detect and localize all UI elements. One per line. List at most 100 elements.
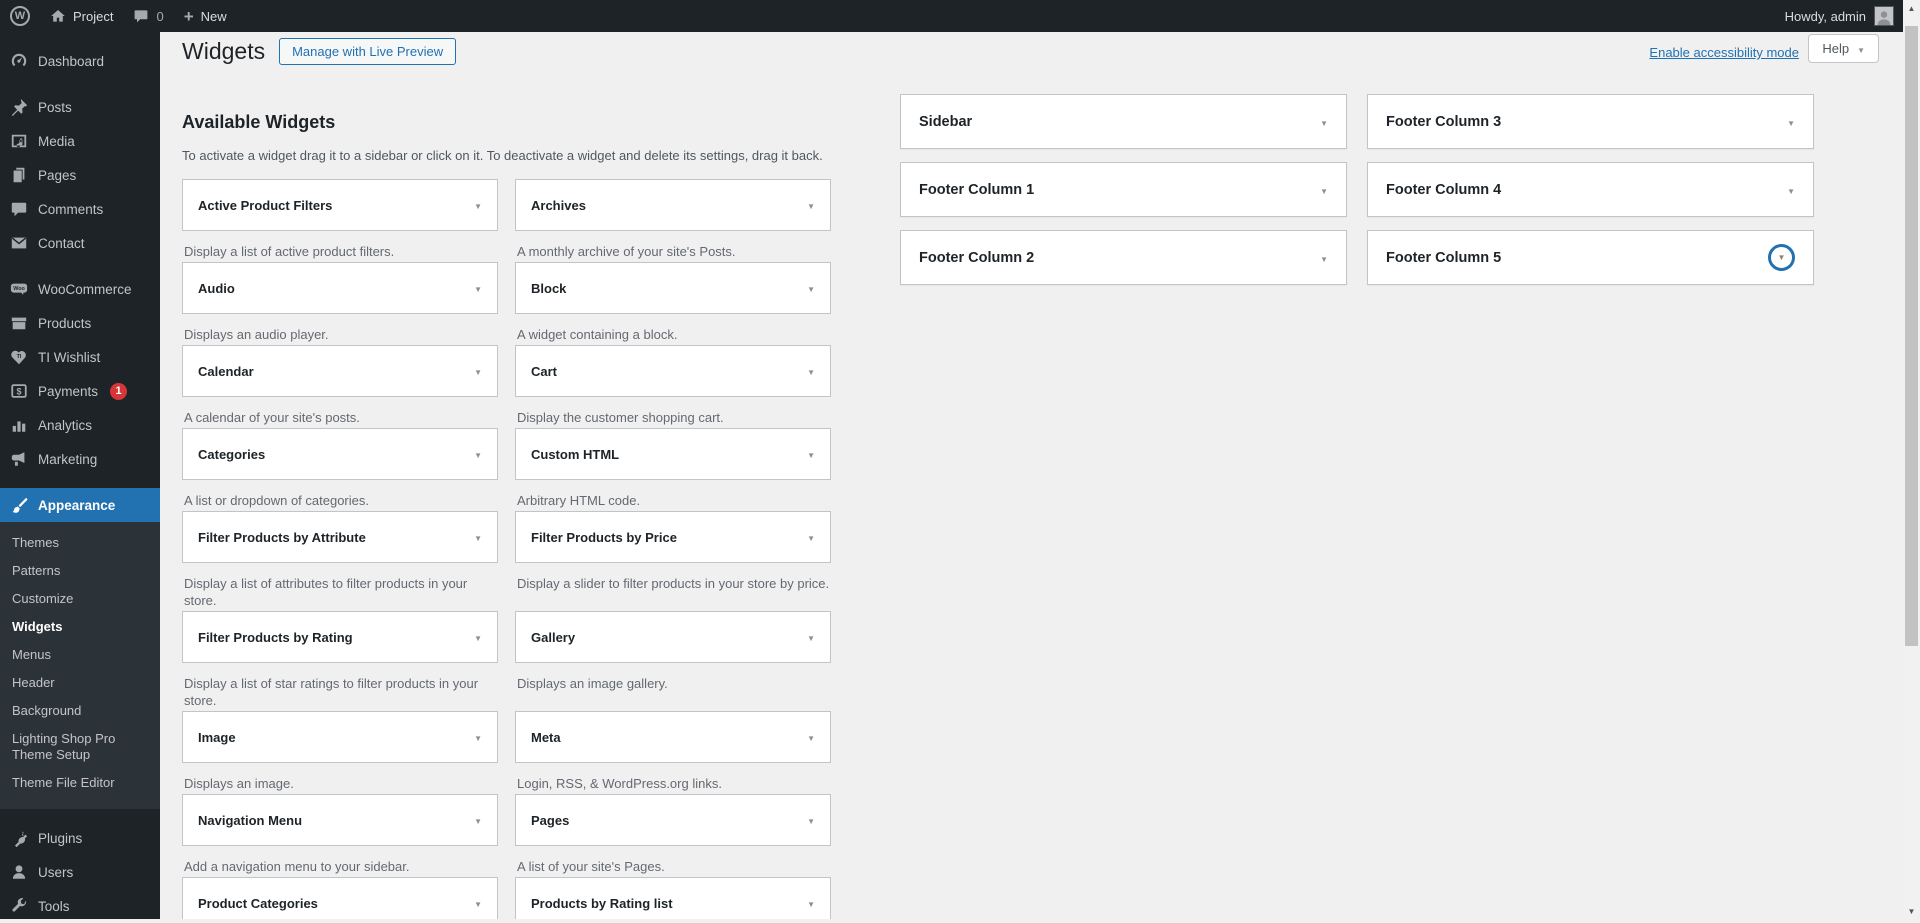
dropdown-caret-icon[interactable] [807,728,815,746]
toggle-caret-icon[interactable] [1320,249,1328,267]
site-name-menu[interactable]: Project [40,0,123,32]
widget-area-footer-column-3[interactable]: Footer Column 3 [1367,94,1814,149]
wordpress-logo-menu[interactable]: W [0,0,40,32]
sidebar-item-comments[interactable]: Comments [0,192,160,226]
widget-card-cart[interactable]: Cart [515,345,831,397]
sidebar-item-pages[interactable]: Pages [0,158,160,192]
dropdown-caret-icon[interactable] [474,528,482,546]
sidebar-item-tools[interactable]: Tools [0,889,160,923]
sidebar-item-appearance[interactable]: Appearance [0,488,160,522]
widget-card-product-categories[interactable]: Product Categories [182,877,498,919]
sidebar-item-posts[interactable]: Posts [0,90,160,124]
dropdown-caret-icon[interactable] [807,196,815,214]
widget-cell: Cart Display the customer shopping cart. [515,345,831,428]
avatar [1874,6,1894,26]
vertical-scrollbar[interactable]: ▲ ▼ [1903,0,1920,919]
pages-icon [10,166,28,184]
sidebar-item-media[interactable]: Media [0,124,160,158]
dropdown-caret-icon[interactable] [807,811,815,829]
widget-card-meta[interactable]: Meta [515,711,831,763]
pushpin-icon [10,98,28,116]
submenu-item-header[interactable]: Header [0,669,160,697]
toggle-caret-icon[interactable] [1320,181,1328,199]
widget-cell: Custom HTML Arbitrary HTML code. [515,428,831,511]
widget-area-footer-column-2[interactable]: Footer Column 2 [900,230,1347,285]
sidebar-item-label: Posts [38,99,72,116]
manage-live-preview-button[interactable]: Manage with Live Preview [279,38,456,65]
dropdown-caret-icon[interactable] [474,279,482,297]
widget-card-filter-products-by-rating[interactable]: Filter Products by Rating [182,611,498,663]
dropdown-caret-icon[interactable] [807,279,815,297]
widget-card-calendar[interactable]: Calendar [182,345,498,397]
widget-area-footer-column-1[interactable]: Footer Column 1 [900,162,1347,217]
dropdown-caret-icon[interactable] [807,445,815,463]
widget-card-gallery[interactable]: Gallery [515,611,831,663]
new-content-menu[interactable]: + New [174,0,237,32]
dropdown-caret-icon[interactable] [474,728,482,746]
widget-card-navigation-menu[interactable]: Navigation Menu [182,794,498,846]
submenu-item-themes[interactable]: Themes [0,529,160,557]
comments-menu[interactable]: 0 [123,0,173,32]
sidebar-item-analytics[interactable]: Analytics [0,408,160,442]
sidebar-item-marketing[interactable]: Marketing [0,442,160,476]
toggle-caret-icon[interactable] [1787,113,1795,131]
widget-name: Calendar [198,364,254,379]
submenu-item-patterns[interactable]: Patterns [0,557,160,585]
sidebar-item-products[interactable]: Products [0,306,160,340]
widget-card-active-product-filters[interactable]: Active Product Filters [182,179,498,231]
widget-card-image[interactable]: Image [182,711,498,763]
widget-area-footer-column-4[interactable]: Footer Column 4 [1367,162,1814,217]
toggle-caret-icon[interactable] [1787,181,1795,199]
submenu-item-customize[interactable]: Customize [0,585,160,613]
widget-card-filter-products-by-price[interactable]: Filter Products by Price [515,511,831,563]
toggle-caret-icon[interactable] [1320,113,1328,131]
submenu-item-background[interactable]: Background [0,697,160,725]
sidebar-item-label: Contact [38,235,85,252]
dropdown-caret-icon[interactable] [474,362,482,380]
dropdown-caret-icon[interactable] [807,894,815,912]
sidebar-item-label: Users [38,864,73,881]
sidebar-item-plugins[interactable]: Plugins [0,821,160,855]
submenu-item-menus[interactable]: Menus [0,641,160,669]
widget-area-footer-column-5[interactable]: Footer Column 5 [1367,230,1814,285]
my-account-menu[interactable]: Howdy, admin [1785,6,1920,26]
focused-toggle-caret-icon[interactable] [1768,244,1795,271]
dropdown-caret-icon[interactable] [474,196,482,214]
widget-card-archives[interactable]: Archives [515,179,831,231]
dropdown-caret-icon[interactable] [807,528,815,546]
dropdown-caret-icon[interactable] [474,894,482,912]
dropdown-caret-icon[interactable] [807,628,815,646]
home-icon [50,8,66,24]
widget-name: Active Product Filters [198,198,332,213]
dropdown-caret-icon[interactable] [474,811,482,829]
chevron-down-icon [1857,41,1865,56]
widget-card-products-by-rating-list[interactable]: Products by Rating list [515,877,831,919]
submenu-item-theme-file-editor[interactable]: Theme File Editor [0,769,160,797]
widget-card-filter-products-by-attribute[interactable]: Filter Products by Attribute [182,511,498,563]
widget-card-audio[interactable]: Audio [182,262,498,314]
widget-description: Displays an audio player. [184,326,498,343]
scroll-up-arrow-icon[interactable]: ▲ [1903,0,1920,16]
megaphone-icon [10,450,28,468]
widget-card-categories[interactable]: Categories [182,428,498,480]
sidebar-item-users[interactable]: Users [0,855,160,889]
sidebar-item-payments[interactable]: $ Payments 1 [0,374,160,408]
sidebar-item-dashboard[interactable]: Dashboard [0,44,160,78]
submenu-item-widgets[interactable]: Widgets [0,613,160,641]
dropdown-caret-icon[interactable] [807,362,815,380]
scroll-down-arrow-icon[interactable]: ▼ [1903,903,1920,919]
scrollbar-thumb[interactable] [1905,26,1918,646]
dropdown-caret-icon[interactable] [474,445,482,463]
widget-card-custom-html[interactable]: Custom HTML [515,428,831,480]
widget-area-sidebar[interactable]: Sidebar [900,94,1347,149]
widget-card-pages[interactable]: Pages [515,794,831,846]
submenu-item-lighting-shop-pro-theme-setup[interactable]: Lighting Shop Pro Theme Setup [0,725,160,769]
sidebar-item-woocommerce[interactable]: Woo WooCommerce [0,272,160,306]
help-button[interactable]: Help [1808,34,1879,63]
brush-icon [10,496,28,514]
dropdown-caret-icon[interactable] [474,628,482,646]
widget-card-block[interactable]: Block [515,262,831,314]
sidebar-item-ti-wishlist[interactable]: TI TI Wishlist [0,340,160,374]
enable-accessibility-mode-link[interactable]: Enable accessibility mode [1649,45,1799,60]
sidebar-item-contact[interactable]: Contact [0,226,160,260]
